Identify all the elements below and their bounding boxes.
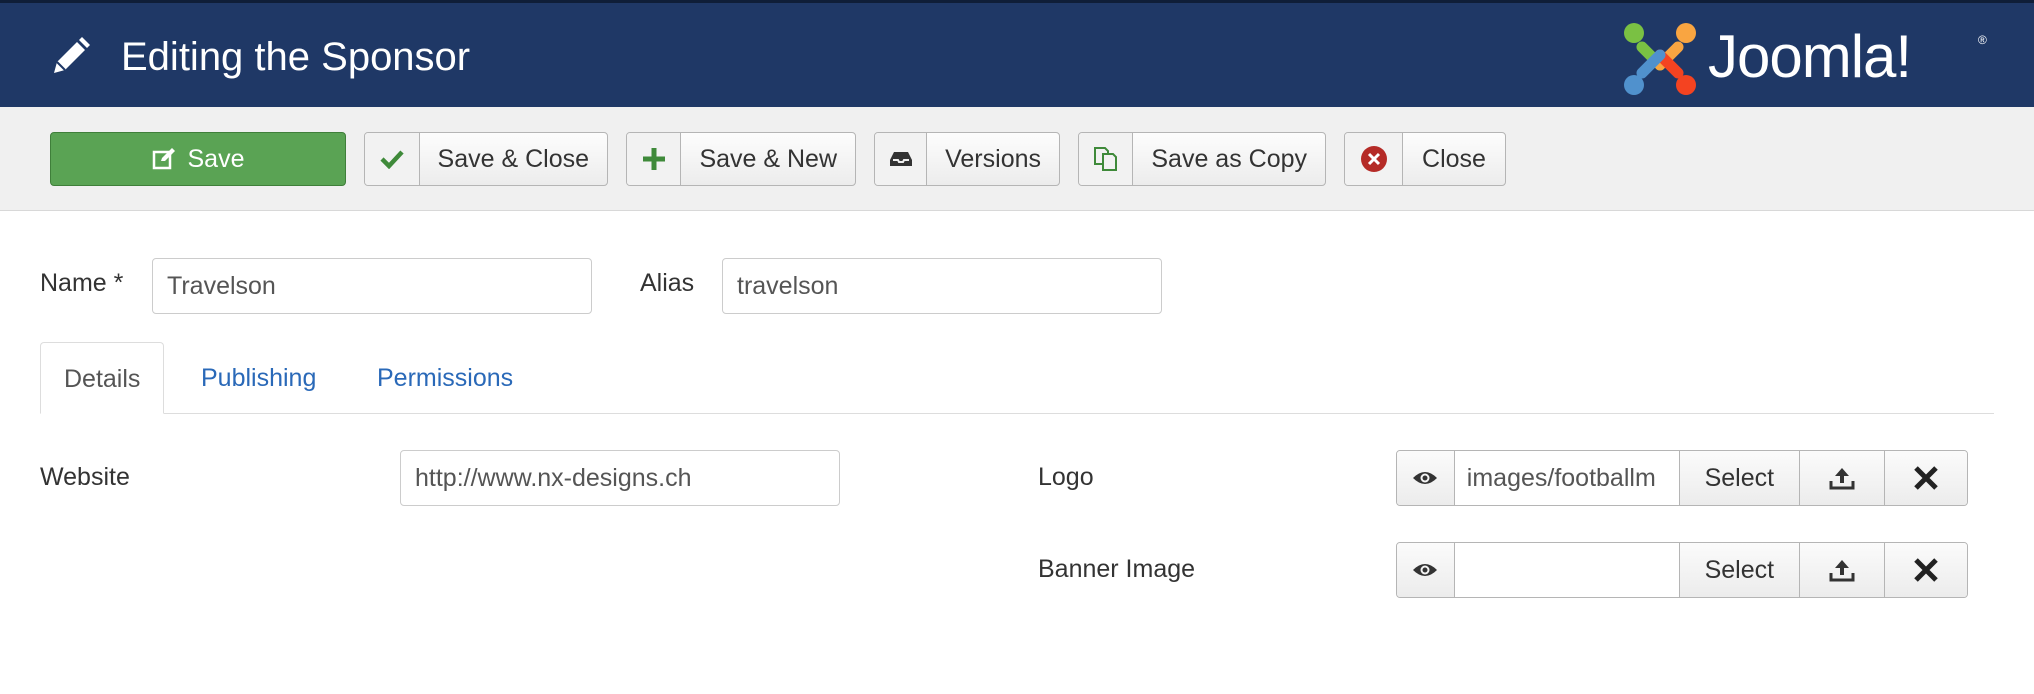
tabs-divider <box>40 413 1994 414</box>
pencil-icon <box>54 37 90 73</box>
tab-details[interactable]: Details <box>40 342 165 414</box>
save-new-button[interactable]: Save & New <box>626 132 856 186</box>
upload-icon <box>1829 468 1855 490</box>
banner-clear-button[interactable] <box>1885 543 1967 597</box>
save-label: Save <box>187 144 245 173</box>
close-circle-icon <box>1345 133 1403 185</box>
website-label: Website <box>40 463 130 491</box>
name-input[interactable]: Travelson <box>152 258 592 314</box>
registered-mark: ® <box>1978 33 1987 47</box>
logo-clear-button[interactable] <box>1885 451 1967 505</box>
copy-icon <box>1079 133 1134 185</box>
eye-icon <box>1413 564 1438 576</box>
website-input[interactable]: http://www.nx-designs.ch <box>400 450 840 506</box>
banner-image-label: Banner Image <box>1038 555 1196 583</box>
save-copy-label: Save as Copy <box>1151 144 1307 173</box>
tab-permissions[interactable]: Permissions <box>377 342 513 414</box>
edit-icon <box>152 148 175 170</box>
upload-icon <box>1829 560 1855 582</box>
banner-preview-button[interactable] <box>1397 543 1455 597</box>
logo-label: Logo <box>1038 463 1094 491</box>
eye-icon <box>1413 472 1438 484</box>
banner-path-input[interactable] <box>1454 543 1681 597</box>
header-bar: Editing the Sponsor Joomla! ® <box>0 0 2034 107</box>
logo-preview-button[interactable] <box>1397 451 1455 505</box>
logo-select-button[interactable]: Select <box>1680 451 1800 505</box>
logo-path-input[interactable]: images/footballm <box>1454 451 1681 505</box>
archive-icon <box>875 133 928 185</box>
logo-upload-button[interactable] <box>1799 451 1886 505</box>
close-button[interactable]: Close <box>1344 132 1506 186</box>
joomla-wordmark: Joomla! <box>1708 23 1912 90</box>
page-title: Editing the Sponsor <box>121 35 471 79</box>
plus-icon <box>627 133 682 185</box>
x-icon <box>1914 466 1938 490</box>
banner-upload-button[interactable] <box>1799 543 1886 597</box>
x-icon <box>1914 558 1938 582</box>
versions-label: Versions <box>945 144 1041 173</box>
banner-select-button[interactable]: Select <box>1680 543 1800 597</box>
save-close-button[interactable]: Save & Close <box>364 132 608 186</box>
save-close-label: Save & Close <box>437 144 589 173</box>
alias-label: Alias <box>640 269 695 297</box>
toolbar: Save Save & Close Save & New Versions Sa… <box>0 107 2034 211</box>
save-new-label: Save & New <box>699 144 837 173</box>
save-copy-button[interactable]: Save as Copy <box>1078 132 1326 186</box>
name-label: Name * <box>40 269 124 297</box>
joomla-logo: Joomla! ® <box>1620 19 2000 99</box>
close-label: Close <box>1422 144 1486 173</box>
tab-publishing[interactable]: Publishing <box>201 342 316 414</box>
alias-input[interactable]: travelson <box>722 258 1162 314</box>
logo-media-field: images/footballm Select <box>1396 450 1968 506</box>
versions-button[interactable]: Versions <box>874 132 1060 186</box>
banner-media-field: Select <box>1396 542 1968 598</box>
check-icon <box>365 133 420 185</box>
save-button[interactable]: Save <box>50 132 346 186</box>
joomla-mark-icon <box>1624 23 1696 95</box>
